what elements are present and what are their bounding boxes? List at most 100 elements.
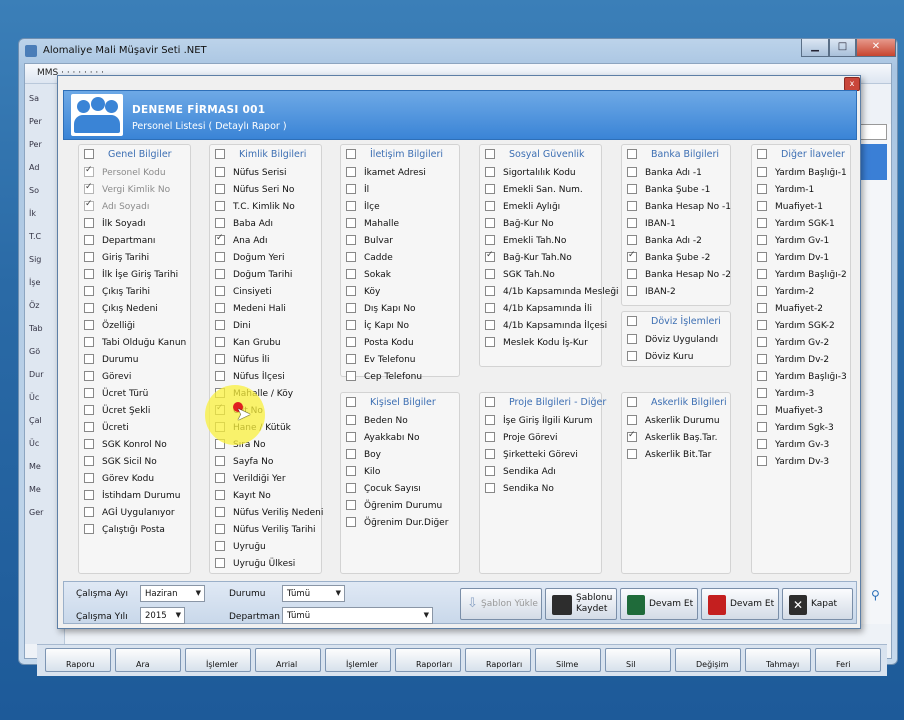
field-checkbox[interactable]: Yardım-1 xyxy=(757,184,814,198)
checkbox-icon[interactable] xyxy=(757,422,767,432)
field-checkbox[interactable]: Muafiyet-3 xyxy=(757,405,823,419)
checkbox-icon[interactable] xyxy=(757,167,767,177)
checkbox-icon[interactable] xyxy=(757,252,767,262)
checkbox-icon[interactable] xyxy=(485,432,495,442)
checkbox-icon[interactable] xyxy=(627,430,637,442)
checkbox-icon[interactable] xyxy=(84,337,94,347)
field-checkbox[interactable]: İl xyxy=(346,184,369,198)
field-checkbox[interactable]: T.C. Kimlik No xyxy=(215,201,295,215)
field-checkbox[interactable]: Emekli Tah.No xyxy=(485,235,566,249)
field-checkbox[interactable]: Departmanı xyxy=(84,235,155,249)
checkbox-icon[interactable] xyxy=(757,269,767,279)
checkbox-icon[interactable] xyxy=(84,490,94,500)
field-checkbox[interactable]: Sendika Adı xyxy=(485,466,556,480)
background-toolbar-button[interactable]: İşlemler xyxy=(325,648,391,672)
field-checkbox[interactable]: Nüfus Veriliş Tarihi xyxy=(215,524,316,538)
checkbox-icon[interactable] xyxy=(346,201,356,211)
checkbox-icon[interactable] xyxy=(215,184,225,194)
field-checkbox[interactable]: Askerlik Durumu xyxy=(627,415,720,429)
checkbox-icon[interactable] xyxy=(84,405,94,415)
field-checkbox[interactable]: Yardım-3 xyxy=(757,388,814,402)
checkbox-icon[interactable] xyxy=(215,149,225,159)
save-template-button[interactable]: Şablonu Kaydet xyxy=(545,588,617,620)
checkbox-icon[interactable] xyxy=(485,449,495,459)
checkbox-icon[interactable] xyxy=(627,167,637,177)
field-checkbox[interactable]: Çocuk Sayısı xyxy=(346,483,421,497)
checkbox-icon[interactable] xyxy=(757,371,767,381)
checkbox-icon[interactable] xyxy=(757,337,767,347)
field-checkbox[interactable]: Uyruğu xyxy=(215,541,266,555)
checkbox-icon[interactable] xyxy=(485,303,495,313)
group-title-checkbox[interactable]: Kişisel Bilgiler xyxy=(346,397,436,408)
checkbox-icon[interactable] xyxy=(627,149,637,159)
field-checkbox[interactable]: Yardım SGK-1 xyxy=(757,218,835,232)
field-checkbox[interactable]: Kan Grubu xyxy=(215,337,281,351)
checkbox-icon[interactable] xyxy=(627,184,637,194)
field-checkbox[interactable]: Nüfus Veriliş Nedeni xyxy=(215,507,323,521)
field-checkbox[interactable]: Doğum Tarihi xyxy=(215,269,292,283)
checkbox-icon[interactable] xyxy=(346,149,356,159)
checkbox-icon[interactable] xyxy=(627,250,637,262)
field-checkbox[interactable]: Banka Şube -2 xyxy=(627,250,710,266)
checkbox-icon[interactable] xyxy=(485,235,495,245)
field-checkbox[interactable]: Ücreti xyxy=(84,422,129,436)
background-toolbar-button[interactable]: Ara xyxy=(115,648,181,672)
checkbox-icon[interactable] xyxy=(346,397,356,407)
field-checkbox[interactable]: Muafiyet-2 xyxy=(757,303,823,317)
field-checkbox[interactable]: Öğrenim Dur.Diğer xyxy=(346,517,448,531)
checkbox-icon[interactable] xyxy=(346,320,356,330)
close-dialog-button[interactable]: ✕ Kapat xyxy=(782,588,853,620)
checkbox-icon[interactable] xyxy=(84,320,94,330)
field-checkbox[interactable]: Cadde xyxy=(346,252,393,266)
field-checkbox[interactable]: İstihdam Durumu xyxy=(84,490,180,504)
field-checkbox[interactable]: Bağ-Kur No xyxy=(485,218,554,232)
field-checkbox[interactable]: Meslek Kodu İş-Kur xyxy=(485,337,588,351)
field-checkbox[interactable]: Vergi Kimlik No xyxy=(84,182,170,198)
checkbox-icon[interactable] xyxy=(84,235,94,245)
field-checkbox[interactable]: İşe Giriş İlgili Kurum xyxy=(485,415,593,429)
checkbox-icon[interactable] xyxy=(627,235,637,245)
field-checkbox[interactable]: İkamet Adresi xyxy=(346,167,426,181)
field-checkbox[interactable]: Nüfus Seri No xyxy=(215,184,294,198)
field-checkbox[interactable]: Köy xyxy=(346,286,380,300)
field-checkbox[interactable]: Görev Kodu xyxy=(84,473,154,487)
checkbox-icon[interactable] xyxy=(346,354,356,364)
checkbox-icon[interactable] xyxy=(84,439,94,449)
field-checkbox[interactable]: Banka Adı -2 xyxy=(627,235,702,249)
checkbox-icon[interactable] xyxy=(485,184,495,194)
field-checkbox[interactable]: Yardım Başlığı-3 xyxy=(757,371,847,385)
group-title-checkbox[interactable]: Diğer İlaveler xyxy=(757,149,845,160)
checkbox-icon[interactable] xyxy=(346,415,356,425)
field-checkbox[interactable]: Sigortalılık Kodu xyxy=(485,167,576,181)
checkbox-icon[interactable] xyxy=(627,351,637,361)
field-checkbox[interactable]: Doğum Yeri xyxy=(215,252,285,266)
group-title-checkbox[interactable]: Kimlik Bilgileri xyxy=(215,149,306,160)
field-checkbox[interactable]: Sokak xyxy=(346,269,391,283)
field-checkbox[interactable]: SGK Konrol No xyxy=(84,439,167,453)
field-checkbox[interactable]: Dini xyxy=(215,320,251,334)
checkbox-icon[interactable] xyxy=(485,415,495,425)
checkbox-icon[interactable] xyxy=(757,388,767,398)
field-checkbox[interactable]: Askerlik Baş.Tar. xyxy=(627,430,718,446)
checkbox-icon[interactable] xyxy=(215,473,225,483)
field-checkbox[interactable]: Döviz Uygulandı xyxy=(627,334,718,348)
checkbox-icon[interactable] xyxy=(84,473,94,483)
checkbox-icon[interactable] xyxy=(346,517,356,527)
checkbox-icon[interactable] xyxy=(485,269,495,279)
checkbox-icon[interactable] xyxy=(346,449,356,459)
field-checkbox[interactable]: Şirketteki Görevi xyxy=(485,449,578,463)
field-checkbox[interactable]: Yardım Sgk-3 xyxy=(757,422,834,436)
field-checkbox[interactable]: Yardım Gv-2 xyxy=(757,337,829,351)
checkbox-icon[interactable] xyxy=(346,286,356,296)
field-checkbox[interactable]: İlçe xyxy=(346,201,380,215)
checkbox-icon[interactable] xyxy=(84,182,94,194)
year-select[interactable]: 2015 ▼ xyxy=(140,607,185,624)
field-checkbox[interactable]: Banka Hesap No -1 xyxy=(627,201,731,215)
field-checkbox[interactable]: Beden No xyxy=(346,415,408,429)
checkbox-icon[interactable] xyxy=(346,500,356,510)
continue-excel-button[interactable]: Devam Et xyxy=(620,588,698,620)
checkbox-icon[interactable] xyxy=(757,439,767,449)
checkbox-icon[interactable] xyxy=(84,269,94,279)
checkbox-icon[interactable] xyxy=(84,218,94,228)
field-checkbox[interactable]: Cinsiyeti xyxy=(215,286,272,300)
